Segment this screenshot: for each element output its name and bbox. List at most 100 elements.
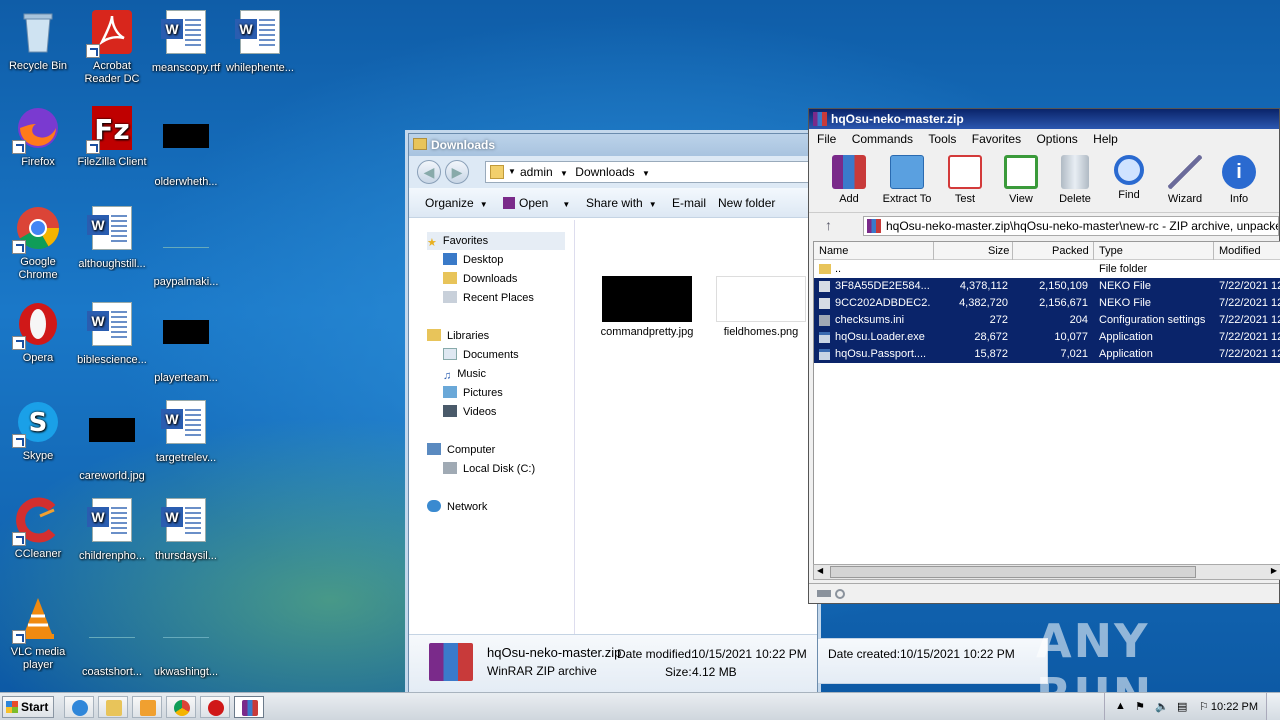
archive-row[interactable]: 9CC202ADBDEC2... 4,382,720 2,156,671 NEK…	[814, 295, 1280, 312]
desktop-icon-playerteam[interactable]: playerteam...	[148, 300, 224, 385]
extract-to-button[interactable]: Extract To	[877, 153, 937, 205]
breadcrumb-downloads[interactable]: Downloads	[575, 165, 634, 179]
desktop-icon-ccleaner[interactable]: CCleaner	[0, 496, 76, 561]
nav-favorites[interactable]: ★ Favorites	[427, 232, 565, 250]
scrollbar-thumb[interactable]	[830, 566, 1196, 578]
taskbar-explorer[interactable]	[98, 696, 128, 718]
column-type[interactable]: Type	[1099, 245, 1123, 257]
word-doc-icon	[161, 498, 210, 546]
nav-music[interactable]: ♫ Music	[443, 365, 486, 383]
archive-row[interactable]: checksums.ini 272 204 Configuration sett…	[814, 312, 1280, 329]
desktop-icon-label: FileZilla Client	[77, 156, 147, 168]
desktop-icon-recycle-bin[interactable]: Recycle Bin	[0, 8, 76, 73]
add-button[interactable]: Add	[819, 153, 879, 205]
wizard-button[interactable]: Wizard	[1155, 153, 1215, 205]
archive-path-field[interactable]: hqOsu-neko-master.zip\hqOsu-neko-master\…	[863, 216, 1279, 236]
taskbar-media-player[interactable]	[132, 696, 162, 718]
column-modified[interactable]: Modified	[1219, 245, 1261, 257]
desktop-icon-acrobat[interactable]: Acrobat Reader DC	[74, 8, 150, 86]
desktop-icon-opera[interactable]: Opera	[0, 300, 76, 365]
desktop-icon-althoughstill[interactable]: althoughstill...	[74, 204, 150, 271]
desktop-icon-paypalmaki[interactable]: paypalmaki...	[148, 204, 224, 289]
back-button[interactable]: ◀	[417, 160, 441, 184]
application-icon	[819, 332, 830, 343]
open-button[interactable]: Open ▼	[503, 196, 570, 210]
nav-downloads[interactable]: Downloads	[443, 270, 517, 288]
desktop-icon-label: careworld.jpg	[79, 470, 145, 482]
desktop-icon-targetrelev[interactable]: targetrelev...	[148, 398, 224, 465]
desktop-icon-thursdaysil[interactable]: thursdaysil...	[148, 496, 224, 563]
action-center-icon[interactable]: ⚐	[1199, 700, 1209, 713]
scroll-left-icon[interactable]: ◀	[817, 566, 823, 575]
desktop-icon-careworld[interactable]: careworld.jpg	[74, 398, 150, 483]
archive-row[interactable]: hqOsu.Passport.... 15,872 7,021 Applicat…	[814, 346, 1280, 363]
menu-tools[interactable]: Tools	[928, 132, 956, 146]
taskbar-opera[interactable]	[200, 696, 230, 718]
column-name[interactable]: Name	[819, 245, 848, 257]
desktop-icon-ukwashingt[interactable]: ukwashingt...	[148, 594, 224, 679]
forward-button[interactable]: ▶	[445, 160, 469, 184]
taskbar-ie[interactable]	[64, 696, 94, 718]
desktop-icon-childrenpho[interactable]: childrenpho...	[74, 496, 150, 563]
show-hidden-icons-icon[interactable]: ▲	[1115, 700, 1126, 712]
menu-file[interactable]: File	[817, 132, 836, 146]
nav-computer[interactable]: Computer	[427, 441, 495, 459]
nav-desktop[interactable]: Desktop	[443, 251, 503, 269]
email-button[interactable]: E-mail	[672, 196, 706, 210]
clock[interactable]: 10:22 PM	[1211, 701, 1258, 713]
row-name: hqOsu.Loader.exe	[835, 331, 925, 343]
desktop-icon-firefox[interactable]: Firefox	[0, 104, 76, 169]
new-folder-button[interactable]: New folder	[718, 196, 775, 210]
nav-videos[interactable]: Videos	[443, 403, 496, 421]
desktop-icon-biblescience[interactable]: biblescience...	[74, 300, 150, 367]
breadcrumb-admin[interactable]: admin	[520, 165, 553, 179]
up-folder-icon[interactable]: ↑	[825, 217, 832, 233]
share-with-button[interactable]: Share with ▼	[586, 196, 657, 210]
nav-recent-places[interactable]: Recent Places	[443, 289, 534, 307]
desktop-icon-meanscopy[interactable]: meanscopy.rtf	[148, 8, 224, 75]
file-fieldhomes[interactable]: fieldhomes.png	[711, 276, 811, 338]
scroll-right-icon[interactable]: ▶	[1271, 566, 1277, 575]
winrar-title-bar[interactable]: hqOsu-neko-master.zip	[809, 109, 1279, 129]
taskbar-chrome[interactable]	[166, 696, 196, 718]
nav-local-disk[interactable]: Local Disk (C:)	[443, 460, 535, 478]
file-commandpretty[interactable]: commandpretty.jpg	[589, 276, 705, 338]
desktop-icon-skype[interactable]: S Skype	[0, 398, 76, 463]
black-thumbnail-icon	[162, 320, 210, 368]
menu-options[interactable]: Options	[1036, 132, 1077, 146]
menu-commands[interactable]: Commands	[852, 132, 913, 146]
show-desktop-button[interactable]	[1266, 693, 1280, 720]
delete-button[interactable]: Delete	[1045, 153, 1105, 205]
organize-button[interactable]: Organize ▼	[425, 196, 488, 210]
taskbar-winrar[interactable]	[234, 696, 264, 718]
nav-libraries[interactable]: Libraries	[427, 327, 489, 345]
archive-row[interactable]: hqOsu.Loader.exe 28,672 10,077 Applicati…	[814, 329, 1280, 346]
volume-icon[interactable]: 🔈	[1155, 700, 1169, 713]
winrar-status-bar	[809, 583, 1279, 603]
desktop-icon-olderwheth[interactable]: olderwheth...	[148, 104, 224, 189]
test-button[interactable]: Test	[935, 153, 995, 205]
menu-favorites[interactable]: Favorites	[972, 132, 1021, 146]
horizontal-scrollbar[interactable]: ◀ ▶	[813, 564, 1280, 580]
desktop-icon-filezilla[interactable]: Fz FileZilla Client	[74, 104, 150, 169]
archive-row[interactable]: 3F8A55DE2E584... 4,378,112 2,150,109 NEK…	[814, 278, 1280, 295]
desktop-icon-vlc[interactable]: VLC media player	[0, 594, 76, 672]
menu-help[interactable]: Help	[1093, 132, 1118, 146]
flag-icon[interactable]: ⚑	[1135, 700, 1145, 713]
start-button[interactable]: Start	[2, 696, 54, 718]
nav-documents[interactable]: Documents	[443, 346, 519, 364]
network-icon[interactable]: ▤	[1177, 700, 1187, 713]
nav-pictures[interactable]: Pictures	[443, 384, 503, 402]
column-size[interactable]: Size	[988, 245, 1009, 257]
find-button[interactable]: Find	[1099, 153, 1159, 201]
explorer-title-bar[interactable]: Downloads	[409, 134, 817, 156]
view-button[interactable]: View	[991, 153, 1051, 205]
desktop-icon-whilephente[interactable]: whilephente...	[222, 8, 298, 75]
archive-row[interactable]: .. File folder	[814, 261, 1280, 278]
desktop-icon-coastshort[interactable]: coastshort...	[74, 594, 150, 679]
address-bar[interactable]: ▼ admin ▼ Downloads ▼	[485, 161, 819, 183]
column-packed[interactable]: Packed	[1052, 245, 1089, 257]
nav-network[interactable]: Network	[427, 498, 487, 516]
desktop-icon-google-chrome[interactable]: Google Chrome	[0, 204, 76, 282]
info-button[interactable]: i Info	[1209, 153, 1269, 205]
